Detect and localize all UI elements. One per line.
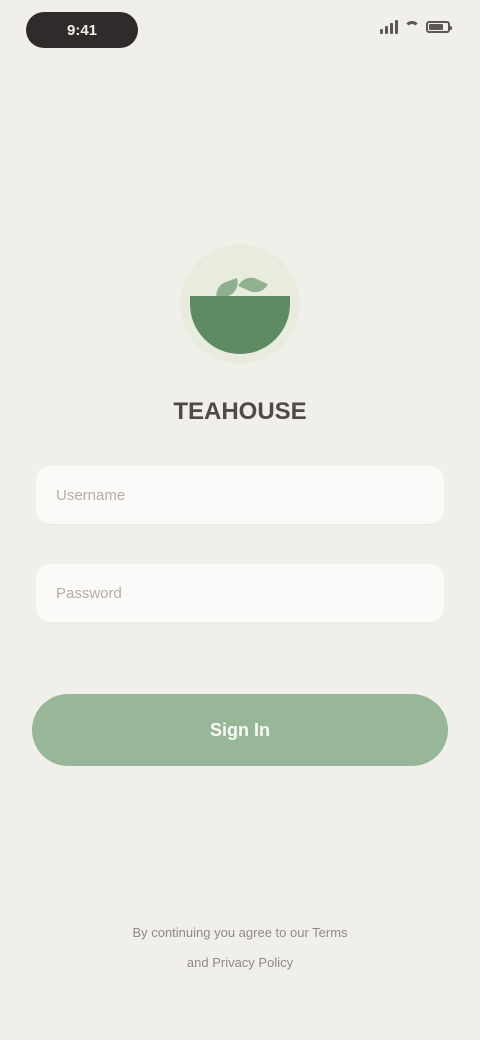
status-bar: 9:41 [0,0,480,70]
footer-line-1[interactable]: By continuing you agree to our Terms [80,918,400,948]
battery-icon [426,21,452,33]
status-icons [380,20,452,34]
wifi-icon [404,21,420,33]
footer-line-2[interactable]: and Privacy Policy [80,948,400,978]
password-input[interactable] [36,564,444,622]
username-input[interactable] [36,466,444,524]
leaf-icon [238,273,268,297]
username-field[interactable] [36,466,444,524]
app-logo [180,244,300,364]
battery-level [429,24,443,30]
password-field[interactable] [36,564,444,622]
sign-in-button[interactable]: Sign In [32,694,448,766]
status-time: 9:41 [26,12,138,48]
app-title: TEAHOUSE [173,398,307,425]
cellular-signal-icon [380,20,398,34]
bowl-shape [190,296,290,354]
legal-footer: By continuing you agree to our Terms and… [80,918,400,978]
